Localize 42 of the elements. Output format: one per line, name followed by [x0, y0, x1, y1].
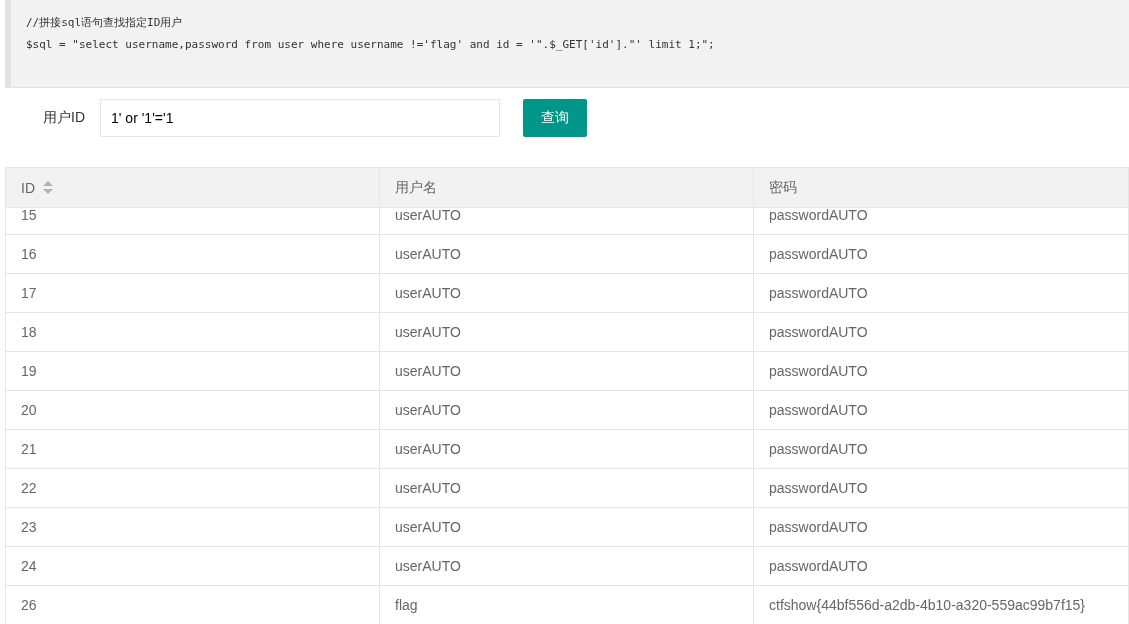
code-line: $sql = "select username,password from user where username !='flag' and id = '".$_GET['id']."' limit 1;";	[26, 37, 716, 53]
table-cell: 15	[21, 208, 37, 223]
table-cell: 24	[21, 558, 37, 574]
table-cell: passwordAUTO	[769, 558, 868, 574]
table-cell: passwordAUTO	[769, 285, 868, 301]
table-cell: 20	[21, 402, 37, 418]
sort-icon[interactable]	[43, 181, 53, 194]
column-header[interactable]: ID	[21, 179, 35, 196]
table-cell: userAUTO	[395, 441, 461, 457]
table-cell: passwordAUTO	[769, 324, 868, 340]
table-cell: userAUTO	[395, 208, 461, 223]
table-cell: userAUTO	[395, 558, 461, 574]
table-cell: ctfshow{44bf556d-a2db-4b10-a320-559ac99b7f15}	[769, 597, 1086, 613]
table-cell: userAUTO	[395, 285, 461, 301]
table-cell: passwordAUTO	[769, 480, 868, 496]
table-cell: 17	[21, 285, 37, 301]
table-cell: passwordAUTO	[769, 519, 868, 535]
table-cell: 26	[21, 597, 37, 613]
table-cell: passwordAUTO	[769, 402, 868, 418]
code-line: //拼接sql语句查找指定ID用户	[26, 15, 184, 31]
table-cell: passwordAUTO	[769, 363, 868, 379]
table-cell: userAUTO	[395, 519, 461, 535]
table-cell: userAUTO	[395, 402, 461, 418]
table-cell: userAUTO	[395, 363, 461, 379]
table-cell: userAUTO	[395, 480, 461, 496]
table-cell: passwordAUTO	[769, 246, 868, 262]
table-cell: 18	[21, 324, 37, 340]
query-button[interactable]: 查询	[523, 99, 587, 137]
table-cell: 22	[21, 480, 37, 496]
user-id-input[interactable]: 1' or '1'='1	[100, 99, 500, 137]
table-cell: 19	[21, 363, 37, 379]
table-cell: userAUTO	[395, 246, 461, 262]
table-cell: userAUTO	[395, 324, 461, 340]
table-cell: 23	[21, 519, 37, 535]
table-cell: 16	[21, 246, 37, 262]
table-cell: 21	[21, 441, 37, 457]
table-cell: flag	[395, 597, 418, 613]
field-label: 用户ID	[42, 109, 86, 127]
table-cell: passwordAUTO	[769, 441, 868, 457]
table-cell: passwordAUTO	[769, 208, 868, 223]
column-header: 用户名	[395, 178, 437, 197]
column-header: 密码	[769, 178, 797, 197]
